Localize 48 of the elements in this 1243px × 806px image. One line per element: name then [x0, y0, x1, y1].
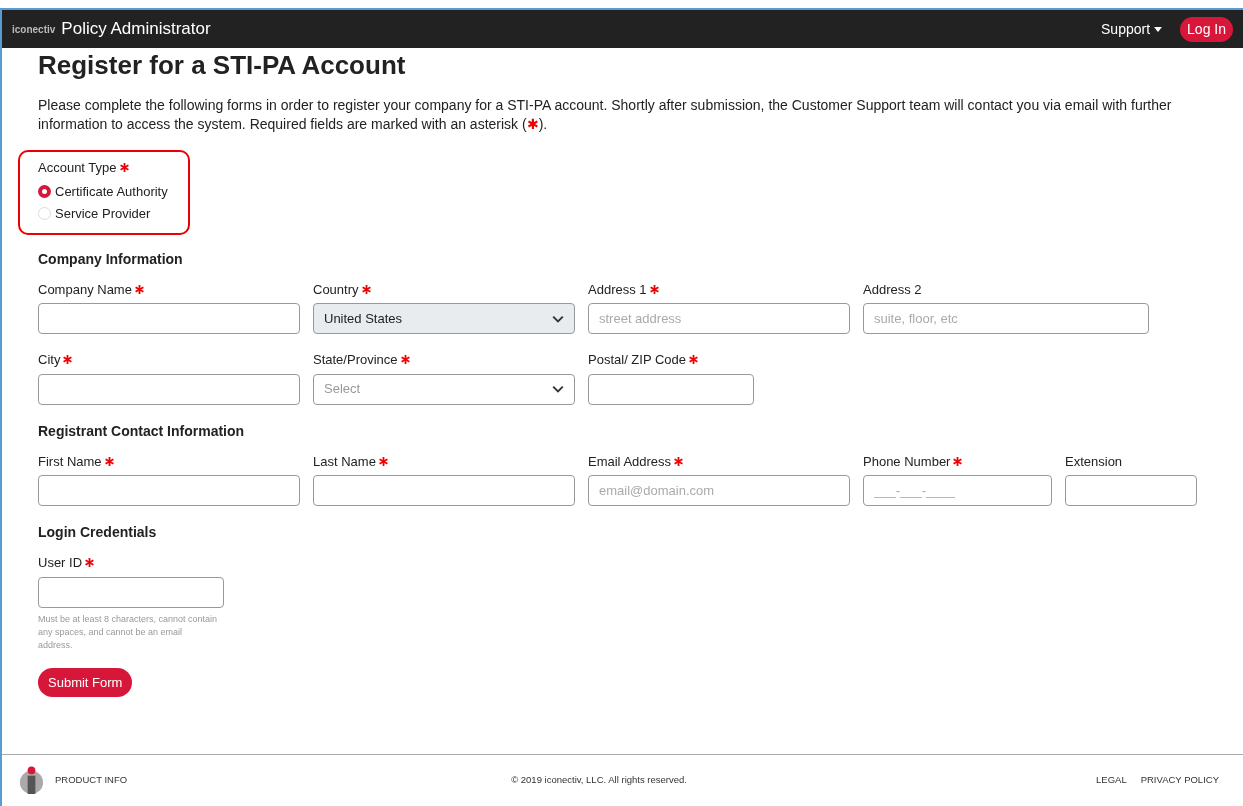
page-title: Register for a STI-PA Account — [38, 49, 407, 82]
input-field[interactable]: suite, floor, etc — [863, 303, 1149, 334]
input-field[interactable] — [38, 576, 224, 608]
field-label: Postal/ ZIP Code — [588, 351, 687, 369]
help-text: Must be at least 8 characters, cannot contain any spaces, and cannot be an email address. — [38, 612, 218, 652]
support-menu[interactable]: Support — [1095, 17, 1169, 41]
field-label: Company Name — [38, 280, 132, 299]
input-field[interactable]: ___-___-____ — [863, 475, 1052, 506]
brand-logo: iconectiv — [12, 22, 56, 37]
radio-label[interactable]: Service Provider — [55, 204, 151, 224]
input-field[interactable]: street address — [588, 303, 850, 334]
caret-icon — [1154, 26, 1163, 32]
field-label: Country — [313, 280, 359, 299]
footer-link[interactable]: LEGAL — [1096, 773, 1127, 788]
section-heading: Login Credentials — [38, 523, 158, 542]
app-title: Policy Administrator — [61, 18, 211, 41]
field-label: Extension — [1065, 452, 1123, 471]
radio-label[interactable]: Certificate Authority — [55, 181, 168, 201]
input-field[interactable]: email@domain.com — [588, 475, 850, 506]
field-label: Email Address — [588, 452, 672, 471]
field-label: Last Name — [313, 452, 376, 471]
field-label: City — [38, 351, 61, 369]
submit-button[interactable]: Submit Form — [38, 667, 133, 697]
field-label: Account Type — [38, 159, 117, 177]
login-button[interactable]: Log In — [1180, 16, 1233, 42]
input-field[interactable] — [38, 303, 300, 334]
field-label: State/Province — [313, 351, 398, 369]
field-label: User ID — [38, 554, 83, 572]
input-field[interactable] — [1065, 475, 1197, 506]
section-heading: Registrant Contact Information — [38, 421, 246, 441]
chevron-down-icon — [552, 314, 564, 323]
field-label: Address 1 — [588, 280, 647, 299]
input-field[interactable] — [38, 475, 300, 506]
intro-text: Please complete the following forms in order to register your company for a STI-PA account. Shortly after submission, the Customer Support team will contact you via email with further information to access the system. Required fields are marked with an asterisk (✱). — [38, 96, 1173, 134]
input-field[interactable] — [38, 373, 300, 405]
info-logo-icon — [18, 766, 45, 795]
section-heading: Company Information — [38, 249, 184, 269]
field-label: Address 2 — [863, 280, 922, 299]
dropdown[interactable]: United States — [313, 303, 575, 334]
field-label: Phone Number — [863, 452, 951, 471]
copyright-text: © 2019 iconectiv, LLC. All rights reserved. — [511, 773, 687, 788]
product-info-link[interactable]: PRODUCT INFO — [55, 773, 128, 788]
input-field[interactable] — [313, 475, 575, 506]
field-label: First Name — [38, 452, 102, 471]
input-field[interactable] — [588, 373, 754, 405]
radio-button[interactable] — [38, 184, 51, 198]
footer-link[interactable]: PRIVACY POLICY — [1140, 773, 1219, 788]
chevron-down-icon — [552, 385, 564, 393]
